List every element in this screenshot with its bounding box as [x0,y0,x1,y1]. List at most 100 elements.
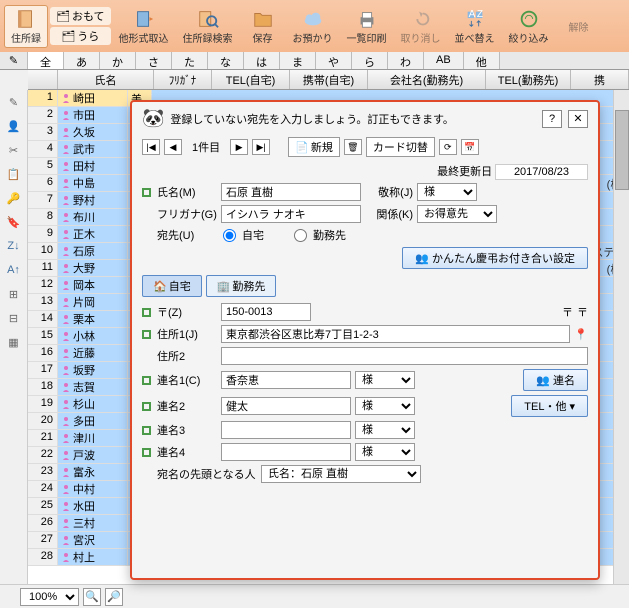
nav-first[interactable]: |◀ [142,139,160,155]
joint4-input[interactable] [221,443,351,461]
help-button[interactable]: ? [542,110,562,128]
col-tel-home[interactable]: TEL(自宅) [212,70,290,89]
joint2-title[interactable]: 様 [355,397,415,415]
deposit-button[interactable]: お預かり [287,6,339,47]
kana-tab-ま[interactable]: ま [280,52,316,69]
name-cell[interactable]: 志賀 [58,379,128,395]
name-cell[interactable]: 三村 [58,515,128,531]
vertical-scrollbar[interactable] [613,90,629,584]
col-company[interactable]: 会社名(勤務先) [368,70,486,89]
tool-9[interactable]: ⊞ [4,284,24,304]
kana-tab-全[interactable]: 全 [28,52,64,69]
addressbook-button[interactable]: 住所録 [4,5,48,48]
furigana-input[interactable] [221,205,361,223]
name-cell[interactable]: 多田 [58,413,128,429]
joint4-title[interactable]: 様 [355,443,415,461]
addr2-input[interactable] [221,347,588,365]
name-cell[interactable]: 富永 [58,464,128,480]
relation-select[interactable]: お得意先 [417,205,497,223]
search-button[interactable]: 住所録検索 [177,6,239,47]
kana-tab-は[interactable]: は [244,52,280,69]
name-cell[interactable]: 中島 [58,175,128,191]
nav-last[interactable]: ▶| [252,139,270,155]
kana-tab-さ[interactable]: さ [136,52,172,69]
new-button[interactable]: 📄新規 [288,137,340,157]
kana-tab-ら[interactable]: ら [352,52,388,69]
addr-lookup[interactable]: 📍 [574,328,588,341]
calendar-button[interactable]: 📅 [461,139,479,155]
kana-tab-AB[interactable]: AB [424,52,464,69]
tool-4[interactable]: 📋 [4,164,24,184]
col-mobile-home[interactable]: 携帯(自宅) [290,70,368,89]
other-format-button[interactable]: 他形式取込 [113,6,175,47]
name-cell[interactable]: 宮沢 [58,532,128,548]
name-cell[interactable]: 岡本 [58,277,128,293]
name-cell[interactable]: 杉山 [58,396,128,412]
col-mobile-work[interactable]: 携 [571,70,629,89]
joint3-title[interactable]: 様 [355,421,415,439]
joint1-input[interactable] [221,371,351,389]
ura-button[interactable]: 🗂うら [50,27,111,45]
close-button[interactable]: ✕ [568,110,588,128]
name-cell[interactable]: 久坂 [58,124,128,140]
joint1-title[interactable]: 様 [355,371,415,389]
name-cell[interactable]: 崎田 [58,90,128,106]
tool-5[interactable]: 🔑 [4,188,24,208]
kana-tab-た[interactable]: た [172,52,208,69]
kana-tab-や[interactable]: や [316,52,352,69]
col-tel-work[interactable]: TEL(勤務先) [486,70,571,89]
scrollbar-thumb[interactable] [615,110,629,190]
filter-button[interactable]: 絞り込み [503,6,555,47]
name-cell[interactable]: 中村 [58,481,128,497]
tool-3[interactable]: ✂ [4,140,24,160]
tabstrip-icon[interactable]: ✎ [0,52,28,69]
name-cell[interactable]: 近藤 [58,345,128,361]
name-cell[interactable]: 村上 [58,549,128,565]
zip-lookup2[interactable]: 〒 [577,304,588,320]
tool-11[interactable]: ▦ [4,332,24,352]
kana-tab-か[interactable]: か [100,52,136,69]
sort-button[interactable]: AZ 並べ替え [449,6,501,47]
kana-tab-他[interactable]: 他 [464,52,500,69]
name-cell[interactable]: 小林 [58,328,128,344]
zip-input[interactable] [221,303,311,321]
refresh-button[interactable]: ⟳ [439,139,457,155]
tool-8[interactable]: A↑ [4,260,24,280]
name-input[interactable] [221,183,361,201]
name-cell[interactable]: 田村 [58,158,128,174]
name-cell[interactable]: 栗本 [58,311,128,327]
home-tab[interactable]: 🏠自宅 [142,275,202,297]
work-tab[interactable]: 🏢勤務先 [206,275,277,297]
list-print-button[interactable]: 一覧印刷 [341,6,393,47]
tool-1[interactable]: ✎ [4,92,24,112]
zoom-select[interactable]: 100% [20,588,79,606]
addr1-input[interactable] [221,325,570,343]
name-cell[interactable]: 水田 [58,498,128,514]
tool-2[interactable]: 👤 [4,116,24,136]
card-switch-button[interactable]: カード切替 [366,137,435,157]
zoom-in-button[interactable]: 🔎 [105,588,123,606]
name-cell[interactable]: 戸波 [58,447,128,463]
save-button[interactable]: 保存 [241,6,285,47]
joint3-input[interactable] [221,421,351,439]
joint2-input[interactable] [221,397,351,415]
tel-button[interactable]: TEL・他▾ [511,395,588,417]
joint-button[interactable]: 👥連名 [523,369,588,391]
name-cell[interactable]: 片岡 [58,294,128,310]
col-furigana[interactable]: ﾌﾘｶﾞﾅ [154,70,212,89]
name-cell[interactable]: 野村 [58,192,128,208]
tool-6[interactable]: 🔖 [4,212,24,232]
name-cell[interactable]: 大野 [58,260,128,276]
delete-button[interactable]: 🗑 [344,139,362,155]
work-radio[interactable] [294,229,307,242]
nav-next[interactable]: ▶ [230,139,248,155]
ceremony-button[interactable]: 👥かんたん慶弔お付き合い設定 [402,247,588,269]
release-button[interactable]: 解除 [557,17,601,36]
kana-tab-あ[interactable]: あ [64,52,100,69]
kana-tab-わ[interactable]: わ [388,52,424,69]
name-cell[interactable]: 津川 [58,430,128,446]
name-cell[interactable]: 布川 [58,209,128,225]
name-cell[interactable]: 武市 [58,141,128,157]
name-cell[interactable]: 石原 [58,243,128,259]
zip-lookup1[interactable]: 〒 [562,304,573,320]
